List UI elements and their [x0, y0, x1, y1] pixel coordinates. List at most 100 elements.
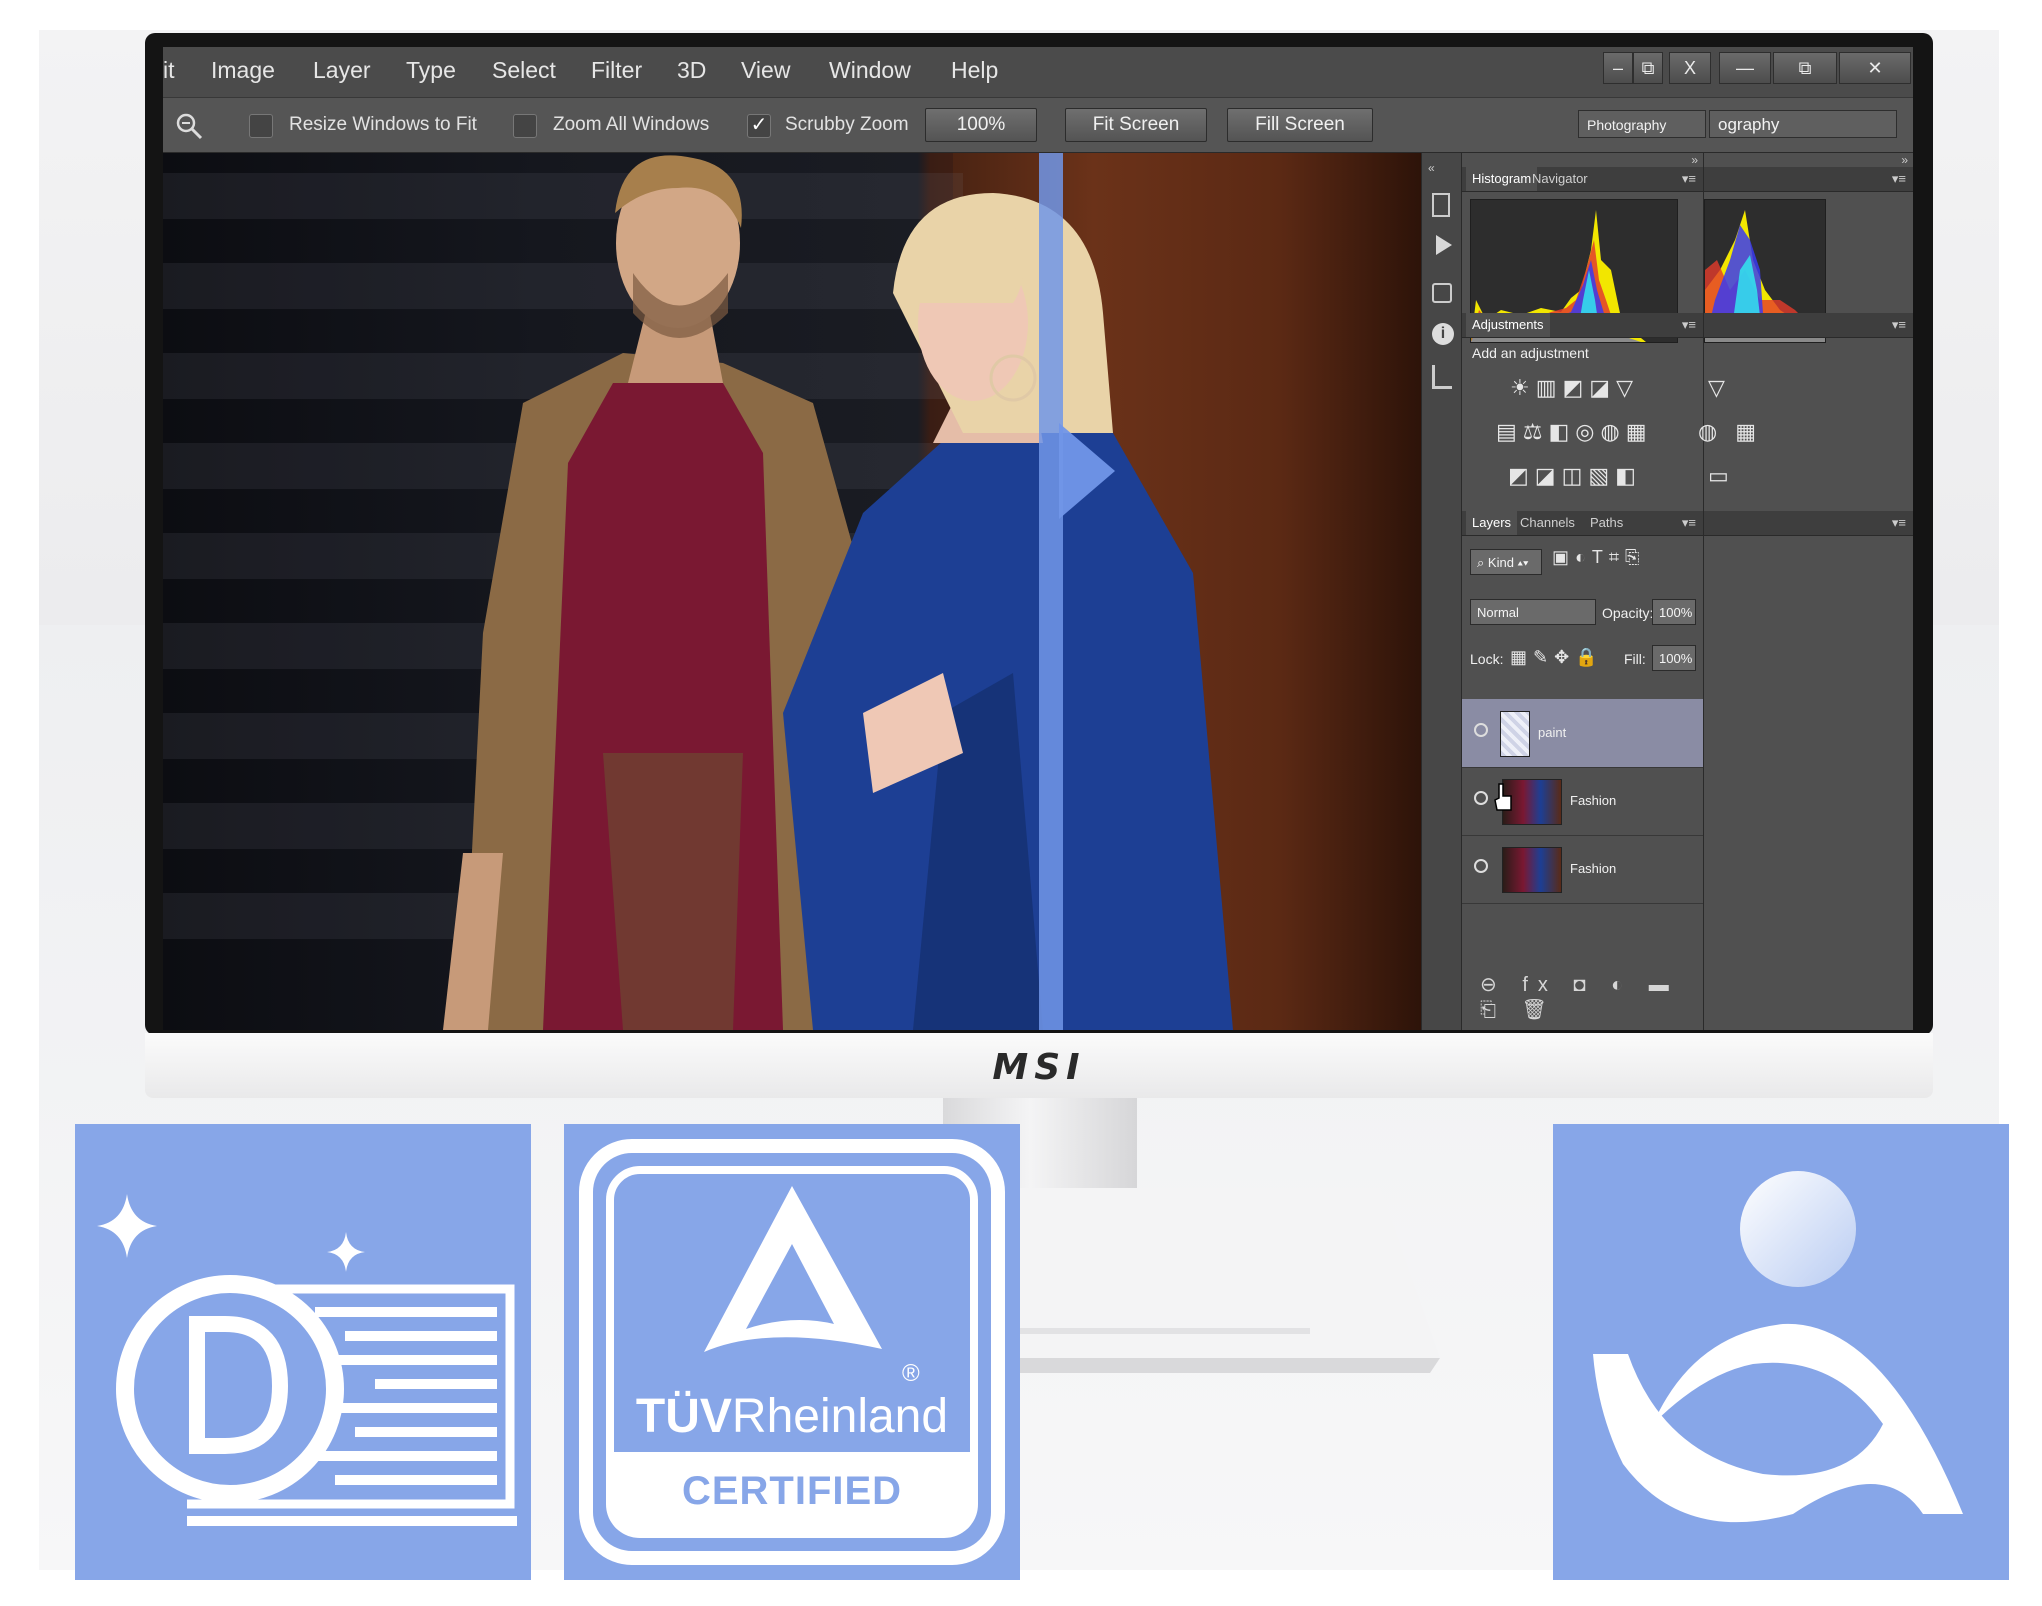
menu-3d[interactable]: 3D	[677, 57, 706, 84]
kind-label: Kind	[1487, 555, 1514, 570]
panel-menu-icon[interactable]: ▾≡	[1892, 515, 1906, 531]
tuv-certified-label: CERTIFIED	[681, 1469, 903, 1513]
eye-icon[interactable]	[1474, 723, 1488, 737]
properties-icon[interactable]	[1432, 283, 1452, 303]
layer-actions-icons[interactable]: ⊖ fx ◘ ◐ ▬ ⎗ 🗑	[1480, 972, 1704, 1022]
adjustment-icons-row-1[interactable]: ▽	[1708, 375, 1731, 401]
screen: it Image Layer Type Select Filter 3D Vie…	[163, 47, 1913, 1030]
workspace-select-secondary[interactable]: ography	[1709, 110, 1897, 138]
layer-filter-icons[interactable]: ▣◐T⌗⎘	[1552, 547, 1645, 568]
layer-thumbnail	[1502, 847, 1562, 893]
panel-menu-icon[interactable]: ▾≡	[1892, 171, 1906, 187]
eye-icon[interactable]	[1474, 859, 1488, 873]
tuv-brand-left: TÜV	[635, 1390, 732, 1443]
layer-name: Fashion	[1570, 861, 1617, 876]
resize-windows-label: Resize Windows to Fit	[289, 114, 477, 135]
tab-histogram[interactable]: Histogram	[1466, 167, 1538, 191]
expand-arrows-icon[interactable]: »	[1901, 153, 1908, 167]
app-restore-button[interactable]: ⧉	[1773, 52, 1837, 84]
layer-name: Fashion	[1570, 793, 1617, 808]
layer-kind-filter[interactable]: ⌕ Kind ▴▾	[1470, 549, 1542, 575]
layer-row-paint[interactable]: paint	[1462, 699, 1704, 768]
registered-mark: ®	[902, 1360, 920, 1387]
info-icon[interactable]: i	[1432, 323, 1454, 345]
tab-layers[interactable]: Layers	[1466, 511, 1518, 535]
document-canvas[interactable]	[163, 153, 1421, 1030]
monitor-stand-base	[950, 1188, 1440, 1373]
monitor-chin: MSI	[145, 1033, 1933, 1098]
menu-type[interactable]: Type	[406, 57, 456, 84]
panel-menu-icon[interactable]: ▾≡	[1892, 317, 1906, 333]
panel-tabs: ▾≡	[1704, 167, 1913, 192]
panel-menu-icon[interactable]: ▾≡	[1682, 515, 1696, 531]
expand-arrows-icon[interactable]: »	[1691, 153, 1698, 167]
menu-layer[interactable]: Layer	[313, 57, 371, 84]
fill-label: Fill:	[1624, 651, 1646, 667]
menu-window[interactable]: Window	[829, 57, 911, 84]
anti-flicker-badge	[75, 1124, 531, 1580]
panel-menu-icon[interactable]: ▾≡	[1682, 171, 1696, 187]
layer-name: paint	[1538, 725, 1567, 740]
panel-menu-icon[interactable]: ▾≡	[1682, 317, 1696, 333]
scrubby-zoom-checkbox[interactable]: ✓	[747, 114, 771, 138]
paragraph-icon[interactable]	[1432, 365, 1452, 389]
menu-filter[interactable]: Filter	[591, 57, 642, 84]
photo-woman	[783, 193, 1233, 1030]
fill-field[interactable]: 100%	[1652, 645, 1696, 671]
comparison-slider-arrow-icon[interactable]	[1059, 423, 1115, 519]
tuv-brand-right: Rheinland	[731, 1390, 949, 1443]
eye-icon[interactable]	[1474, 791, 1488, 805]
panel-column: » Histogram Navigator ▾≡ Adjustments ▾≡ …	[1461, 153, 1704, 1030]
menu-image[interactable]: Image	[211, 57, 275, 84]
hand-cursor-icon	[1494, 783, 1512, 811]
comparison-slider-bar[interactable]	[1039, 153, 1063, 1030]
panel-toolstrip: « i	[1421, 153, 1462, 1030]
doc-close-button[interactable]: X	[1669, 52, 1711, 84]
resize-windows-checkbox[interactable]	[249, 114, 273, 138]
tab-navigator[interactable]: Navigator	[1532, 171, 1588, 186]
panel-tabs: ▾≡	[1704, 313, 1913, 338]
collapse-arrows-icon[interactable]: «	[1428, 161, 1435, 175]
tab-paths[interactable]: Paths	[1590, 515, 1623, 530]
layer-row-fashion[interactable]: Fashion	[1462, 835, 1704, 904]
eye-care-icon	[1593, 1171, 1963, 1523]
brand-logo: MSI	[992, 1047, 1086, 1088]
eye-care-badge	[1553, 1124, 2009, 1580]
opacity-label: Opacity:	[1602, 605, 1654, 621]
adjustment-icons-row-2[interactable]: ▤⚖◧◎◍▦	[1496, 419, 1652, 445]
lock-label: Lock:	[1470, 651, 1504, 667]
zoom-all-label: Zoom All Windows	[553, 114, 710, 135]
doc-restore-button[interactable]: ⧉	[1633, 52, 1663, 84]
scrubby-zoom-label: Scrubby Zoom	[785, 114, 909, 135]
blend-mode-select[interactable]: Normal	[1470, 599, 1596, 625]
panel-tabs: ▾≡	[1704, 511, 1913, 536]
lock-icons[interactable]: ▦✎✥🔒	[1510, 647, 1604, 668]
zoom-percent-field[interactable]: 100%	[925, 108, 1037, 142]
tab-channels[interactable]: Channels	[1520, 515, 1575, 530]
layer-thumbnail	[1500, 711, 1530, 757]
adjustments-tabs: Adjustments ▾≡	[1462, 313, 1704, 338]
tab-adjustments[interactable]: Adjustments	[1466, 313, 1550, 337]
menu-select[interactable]: Select	[492, 57, 556, 84]
adjustment-icons-row-1[interactable]: ☀▥◩◪▽	[1510, 375, 1639, 401]
workspace-select[interactable]: Photography	[1578, 110, 1706, 138]
menu-edit[interactable]: it	[163, 57, 175, 84]
histogram-tabs: Histogram Navigator ▾≡	[1462, 167, 1704, 192]
fit-screen-button[interactable]: Fit Screen	[1065, 108, 1207, 142]
zoom-icon[interactable]	[175, 112, 203, 140]
adjustment-icons-row-2[interactable]: ◍ ▦	[1698, 419, 1762, 445]
actions-play-icon[interactable]	[1436, 235, 1452, 255]
app-close-button[interactable]: ✕	[1839, 52, 1911, 84]
zoom-all-checkbox[interactable]	[513, 114, 537, 138]
app-minimize-button[interactable]: —	[1719, 52, 1771, 84]
menu-view[interactable]: View	[741, 57, 790, 84]
adjustment-icons-row-3[interactable]: ◩◪◫▧◧	[1508, 463, 1642, 489]
anti-flicker-icon	[97, 1194, 517, 1526]
opacity-field[interactable]: 100%	[1652, 599, 1696, 625]
layers-tabs: Layers Channels Paths ▾≡	[1462, 511, 1704, 536]
fill-screen-button[interactable]: Fill Screen	[1227, 108, 1373, 142]
history-icon[interactable]	[1432, 193, 1450, 217]
doc-minimize-button[interactable]: –	[1603, 52, 1633, 84]
menu-help[interactable]: Help	[951, 57, 998, 84]
adjustment-icons-row-3[interactable]: ▭	[1708, 463, 1735, 489]
